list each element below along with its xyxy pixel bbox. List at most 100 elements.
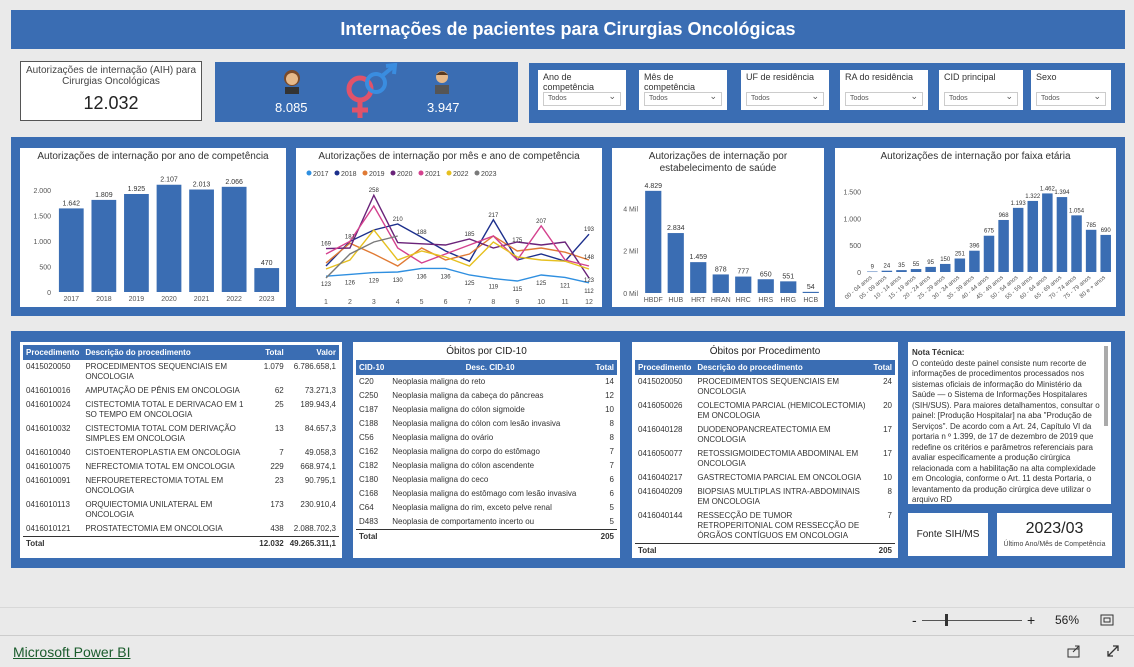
filter-ra[interactable]: RA do residência Todos — [840, 70, 928, 110]
kpi-label: Autorizações de internação (AIH) para Ci… — [25, 65, 197, 87]
filter-mes[interactable]: Mês de competência Todos — [639, 70, 727, 110]
data-label: 4.829 — [644, 183, 662, 190]
filter-sexo[interactable]: Sexo Todos — [1031, 70, 1111, 110]
table-row[interactable]: C180 Neoplasia maligna do ceco 6 — [356, 473, 617, 487]
filter-dropdown[interactable]: Todos — [1036, 91, 1106, 106]
zoom-out-button[interactable]: - — [912, 612, 917, 628]
share-icon[interactable] — [1067, 644, 1081, 658]
table-row[interactable]: 0416040217 GASTRECTOMIA PARCIAL EM ONCOLO… — [635, 471, 895, 485]
col-header[interactable]: Desc. CID-10 — [389, 360, 591, 375]
table-cell: 0416040128 — [638, 425, 683, 434]
table-row[interactable]: 0416010091 NEFROURETERECTOMIA TOTAL EM ON… — [23, 474, 339, 498]
table-row[interactable]: 0415020050 PROCEDIMENTOS SEQUENCIAIS EM O… — [23, 360, 339, 384]
table-row[interactable]: 0416010040 CISTOENTEROPLASTIA EM ONCOLOGI… — [23, 446, 339, 460]
bar — [91, 199, 117, 292]
fit-to-page-icon[interactable] — [1100, 613, 1114, 627]
data-label: 123 — [321, 282, 332, 288]
bar — [802, 291, 819, 293]
gender-card: 8.085 3.947 — [215, 62, 518, 122]
table-cell: 7 — [609, 461, 614, 470]
total-cell: Total — [635, 543, 695, 558]
table-cell: 17 — [883, 425, 892, 434]
table-cell: 229 — [270, 462, 284, 471]
table-row[interactable]: C188 Neoplasia maligna do cólon com lesão… — [356, 417, 617, 431]
table-row[interactable]: C168 Neoplasia maligna do estômago com le… — [356, 487, 617, 501]
filter-label: Mês de competência — [644, 72, 696, 92]
data-label: 968 — [999, 213, 1010, 219]
filter-cid[interactable]: CID principal Todos — [939, 70, 1023, 110]
col-header[interactable]: Descrição do procedimento — [694, 360, 871, 375]
col-header[interactable]: Total — [590, 360, 617, 375]
table-cell: NEFROURETERECTOMIA TOTAL EM ONCOLOGIA — [85, 476, 224, 495]
data-label: 115 — [512, 287, 522, 293]
table-row[interactable]: C56 Neoplasia maligna do ovário 8 — [356, 431, 617, 445]
table-cell: 12 — [605, 391, 614, 400]
bar — [1085, 229, 1097, 272]
table-cell: 668.974,1 — [300, 462, 336, 471]
table-row[interactable]: 0416040144 RESSECÇÃO DE TUMOR RETROPERITO… — [635, 509, 895, 544]
filter-dropdown[interactable]: Todos — [944, 91, 1018, 106]
table-row[interactable]: 0416010075 NEFRECTOMIA TOTAL EM ONCOLOGIA… — [23, 460, 339, 474]
filter-label: Ano de competência — [543, 72, 595, 92]
table-row[interactable]: D483 Neoplasia de comportamento incerto o… — [356, 515, 617, 530]
col-header[interactable]: Procedimento — [635, 360, 695, 375]
filter-label: Sexo — [1036, 72, 1057, 82]
data-label: 112 — [584, 289, 594, 295]
fullscreen-icon[interactable] — [1106, 644, 1120, 658]
zoom-slider-handle[interactable] — [945, 614, 948, 626]
table-row[interactable]: 0416050026 COLECTOMIA PARCIAL (HEMICOLECT… — [635, 399, 895, 423]
table-row[interactable]: 0416010121 PROSTATECTOMIA EM ONCOLOGIA 438… — [23, 522, 339, 537]
table-cell: 0416010075 — [26, 462, 71, 471]
table-cell: 6 — [609, 475, 614, 484]
table-row[interactable]: C182 Neoplasia maligna do cólon ascendent… — [356, 459, 617, 473]
filter-uf[interactable]: UF de residência Todos — [741, 70, 829, 110]
table-row[interactable]: 0416050077 RETOSSIGMOIDECTOMIA ABDOMINAL … — [635, 447, 895, 471]
data-label: 1.394 — [1054, 190, 1070, 196]
table-row[interactable]: C20 Neoplasia maligna do reto 14 — [356, 375, 617, 389]
table-row[interactable]: 0416010024 CISTECTOMIA TOTAL E DERIVACAO … — [23, 398, 339, 422]
filter-dropdown[interactable]: Todos — [644, 91, 722, 106]
table-row[interactable]: 0415020050 PROCEDIMENTOS SEQUENCIAIS EM O… — [635, 375, 895, 399]
table-row[interactable]: C250 Neoplasia maligna da cabeça do pâncr… — [356, 389, 617, 403]
col-header[interactable]: Valor — [286, 345, 339, 360]
col-header[interactable]: Total — [256, 345, 287, 360]
zoom-slider[interactable] — [922, 620, 1022, 621]
filter-dropdown[interactable]: Todos — [746, 91, 824, 106]
power-bi-link[interactable]: Microsoft Power BI — [13, 644, 130, 660]
y-tick-label: 2 Mil — [623, 249, 638, 256]
table-row[interactable]: 0416040209 BIOPSIAS MULTIPLAS INTRA-ABDOM… — [635, 485, 895, 509]
chart-faixa: Autorizações de internação por faixa etá… — [835, 148, 1116, 307]
col-header[interactable]: Procedimento — [23, 345, 83, 360]
bar — [667, 233, 684, 293]
col-header[interactable]: Total — [870, 360, 895, 375]
table-row[interactable]: C187 Neoplasia maligna do cólon sigmoide 1… — [356, 403, 617, 417]
legend-label: 2022 — [453, 171, 469, 178]
table-row[interactable]: 0416040128 DUODENOPANCREATECTOMIA EM ONCO… — [635, 423, 895, 447]
data-label: 251 — [955, 252, 966, 258]
data-label: 54 — [807, 284, 815, 291]
table-cell: Neoplasia maligna do corpo do estômago — [392, 447, 540, 456]
note-scrollbar[interactable] — [1104, 346, 1108, 426]
table-cell: 0416040209 — [638, 487, 683, 496]
table-row[interactable]: 0416010016 AMPUTAÇÃO DE PÊNIS EM ONCOLOGI… — [23, 384, 339, 398]
bar — [867, 271, 878, 273]
data-label: 258 — [369, 188, 380, 194]
table-cell: RESSECÇÃO DE TUMOR RETROPERITONIAL COM R… — [697, 511, 860, 540]
table-row[interactable]: C64 Neoplasia maligna do rim, exceto pelv… — [356, 501, 617, 515]
table-row[interactable]: C162 Neoplasia maligna do corpo do estôma… — [356, 445, 617, 459]
data-label: 210 — [393, 217, 404, 223]
filter-dropdown[interactable]: Todos — [543, 91, 621, 106]
filter-dropdown[interactable]: Todos — [845, 91, 923, 106]
data-label: 181 — [345, 234, 356, 240]
zoom-in-button[interactable]: + — [1027, 612, 1035, 628]
col-header[interactable]: Descrição do procedimento — [82, 345, 257, 360]
table-cell: 10 — [883, 473, 892, 482]
filter-ano[interactable]: Ano de competência Todos — [538, 70, 626, 110]
table-cell: Neoplasia maligna do ovário — [392, 433, 494, 442]
col-header[interactable]: CID-10 — [356, 360, 390, 375]
x-tick-label: HRC — [736, 297, 751, 304]
table-cell: PROCEDIMENTOS SEQUENCIAIS EM ONCOLOGIA — [697, 377, 839, 396]
legend-label: 2017 — [313, 171, 329, 178]
table-row[interactable]: 0416010113 ORQUIECTOMIA UNILATERAL EM ONC… — [23, 498, 339, 522]
table-row[interactable]: 0416010032 CISTECTOMIA TOTAL COM DERIVAÇÃ… — [23, 422, 339, 446]
